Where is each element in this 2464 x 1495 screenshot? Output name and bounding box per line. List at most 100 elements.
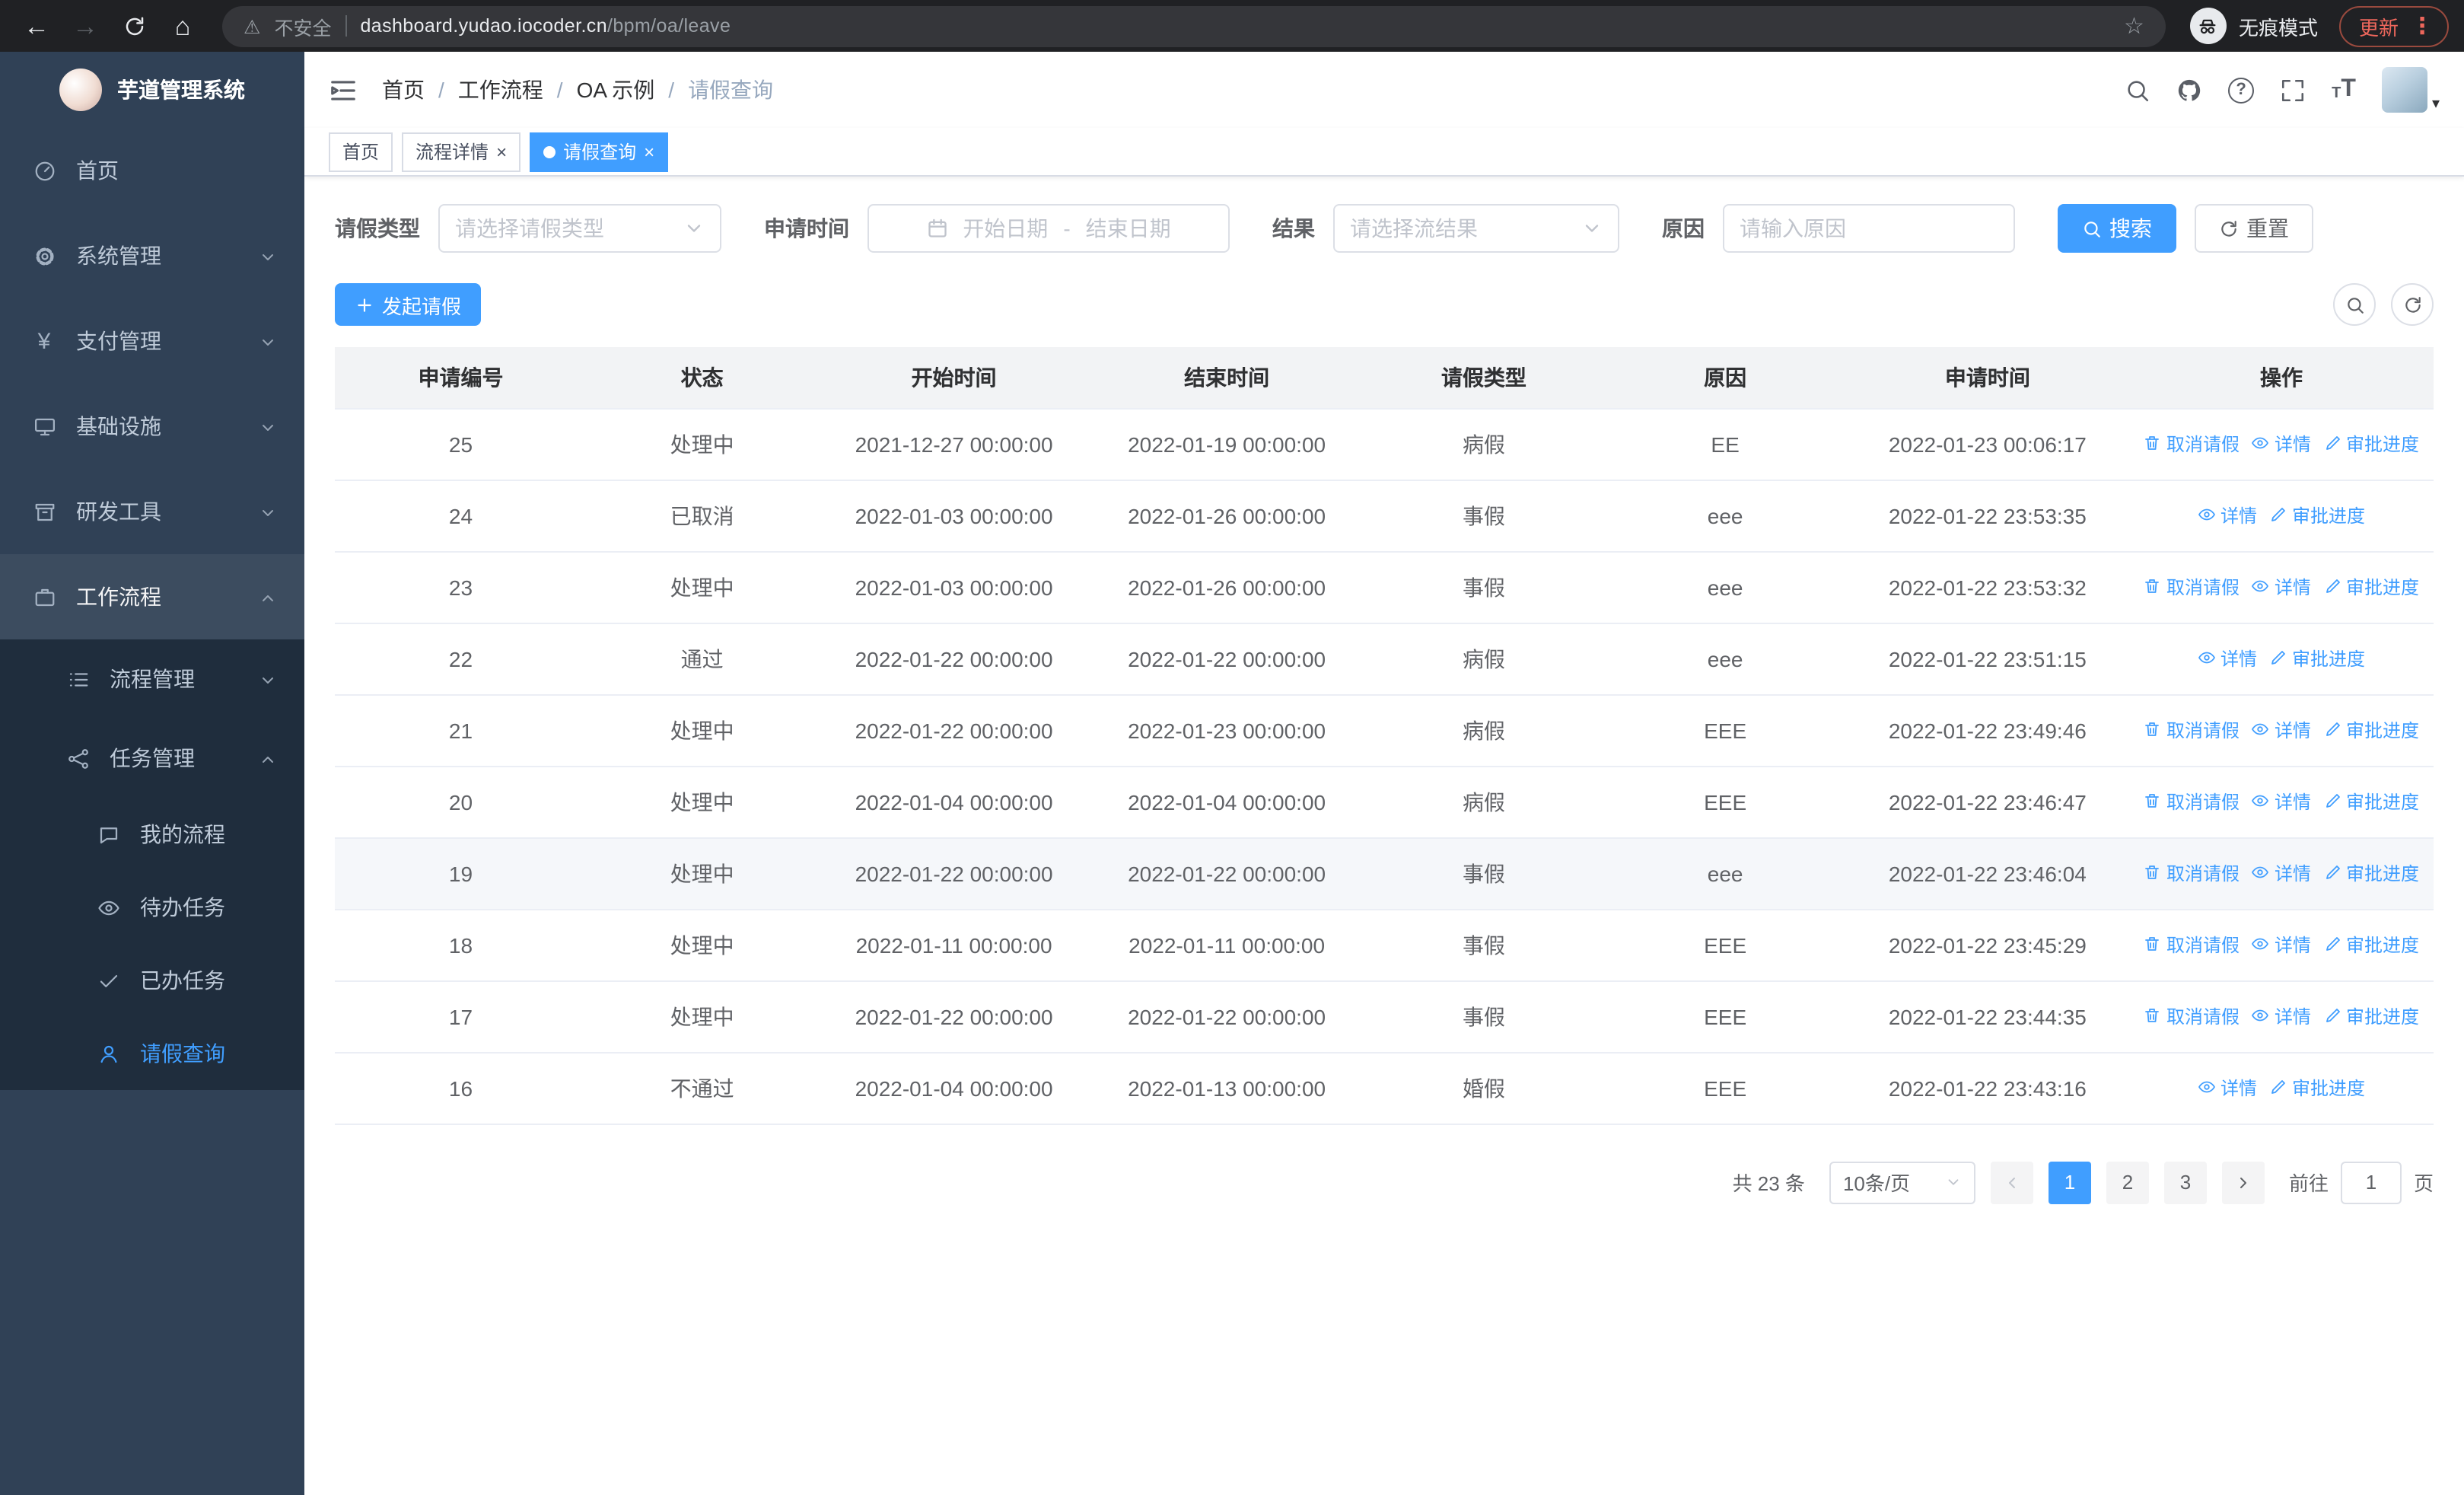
- cancel-leave-link[interactable]: 取消请假: [2144, 574, 2240, 600]
- goto-page-input[interactable]: [2340, 1161, 2402, 1203]
- sidebar-item-infrastructure[interactable]: 基础设施: [0, 384, 304, 469]
- table-row[interactable]: 22 通过 2022-01-22 00:00:00 2022-01-22 00:…: [335, 623, 2434, 695]
- cell-leave-type: 事假: [1363, 837, 1605, 910]
- approval-progress-link[interactable]: 审批进度: [2323, 431, 2419, 457]
- approval-progress-link[interactable]: 审批进度: [2323, 1003, 2419, 1029]
- approval-progress-link[interactable]: 审批进度: [2323, 717, 2419, 743]
- sidebar-item-task-mgmt[interactable]: 任务管理: [0, 719, 304, 798]
- refresh-table-button[interactable]: [2391, 283, 2434, 326]
- user-menu[interactable]: ▾: [2381, 67, 2440, 113]
- create-leave-button[interactable]: 发起请假: [335, 283, 482, 326]
- close-tab-icon[interactable]: ×: [496, 142, 507, 161]
- tab-home[interactable]: 首页: [329, 132, 393, 171]
- kebab-menu-icon[interactable]: ⋮: [2411, 12, 2434, 40]
- approval-progress-link[interactable]: 审批进度: [2269, 1075, 2365, 1101]
- breadcrumb-item[interactable]: OA 示例: [577, 75, 655, 105]
- help-icon[interactable]: ?: [2228, 77, 2255, 103]
- approval-progress-link[interactable]: 审批进度: [2323, 860, 2419, 886]
- sidebar-toggle-button[interactable]: [329, 75, 358, 104]
- page-size-select[interactable]: 10条/页: [1829, 1161, 1975, 1203]
- approval-progress-label: 审批进度: [2292, 1077, 2366, 1099]
- prev-page-button[interactable]: [1990, 1161, 2033, 1203]
- reason-input[interactable]: [1723, 204, 2015, 253]
- security-label[interactable]: 不安全: [274, 11, 331, 40]
- sidebar-item-process-mgmt[interactable]: 流程管理: [0, 639, 304, 719]
- table-row[interactable]: 19 处理中 2022-01-22 00:00:00 2022-01-22 00…: [335, 837, 2434, 910]
- reset-button[interactable]: 重置: [2195, 204, 2313, 253]
- cell-leave-type: 病假: [1363, 766, 1605, 838]
- cancel-leave-link[interactable]: 取消请假: [2144, 932, 2240, 958]
- font-size-icon[interactable]: TT: [2332, 77, 2356, 102]
- table-row[interactable]: 18 处理中 2022-01-11 00:00:00 2022-01-11 00…: [335, 909, 2434, 981]
- search-icon[interactable]: [2125, 77, 2150, 103]
- sidebar-item-home[interactable]: 首页: [0, 128, 304, 213]
- approval-progress-label: 审批进度: [2346, 862, 2420, 885]
- avatar[interactable]: [2381, 67, 2427, 113]
- sidebar-item-payment[interactable]: ¥ 支付管理: [0, 298, 304, 384]
- table-row[interactable]: 20 处理中 2022-01-04 00:00:00 2022-01-04 00…: [335, 766, 2434, 838]
- browser-home-button[interactable]: ⌂: [161, 5, 204, 47]
- approval-progress-link[interactable]: 审批进度: [2269, 502, 2365, 528]
- page-button-2[interactable]: 2: [2106, 1161, 2149, 1203]
- detail-link[interactable]: 详情: [2252, 717, 2311, 743]
- leave-type-select[interactable]: 请选择请假类型: [438, 204, 721, 253]
- table-row[interactable]: 24 已取消 2022-01-03 00:00:00 2022-01-26 00…: [335, 480, 2434, 552]
- approval-progress-link[interactable]: 审批进度: [2323, 789, 2419, 814]
- detail-link[interactable]: 详情: [2252, 860, 2311, 886]
- detail-link[interactable]: 详情: [2198, 645, 2257, 671]
- breadcrumb-item[interactable]: 首页: [382, 75, 425, 105]
- cancel-leave-link[interactable]: 取消请假: [2144, 431, 2240, 457]
- tab-label: 首页: [342, 142, 380, 163]
- detail-link[interactable]: 详情: [2252, 789, 2311, 814]
- calendar-icon: [926, 218, 947, 239]
- result-select[interactable]: 请选择流结果: [1333, 204, 1619, 253]
- github-icon[interactable]: [2176, 77, 2202, 103]
- bookmark-star-icon[interactable]: ☆: [2124, 12, 2144, 40]
- search-button[interactable]: 搜索: [2058, 204, 2176, 253]
- sidebar-item-workflow[interactable]: 工作流程: [0, 554, 304, 639]
- detail-link[interactable]: 详情: [2198, 502, 2257, 528]
- table-row[interactable]: 17 处理中 2022-01-22 00:00:00 2022-01-22 00…: [335, 980, 2434, 1053]
- cancel-leave-link[interactable]: 取消请假: [2144, 860, 2240, 886]
- apply-time-range-picker[interactable]: 开始日期 - 结束日期: [867, 204, 1230, 253]
- warning-icon: ⚠: [244, 16, 261, 37]
- next-page-button[interactable]: [2221, 1161, 2265, 1203]
- cancel-leave-link[interactable]: 取消请假: [2144, 717, 2240, 743]
- table-row[interactable]: 23 处理中 2022-01-03 00:00:00 2022-01-26 00…: [335, 551, 2434, 623]
- sidebar-item-done-tasks[interactable]: 已办任务: [0, 944, 304, 1017]
- detail-link[interactable]: 详情: [2252, 932, 2311, 958]
- fullscreen-icon[interactable]: [2280, 77, 2306, 103]
- tab-process-detail[interactable]: 流程详情 ×: [402, 132, 521, 171]
- tab-leave-query[interactable]: 请假查询 ×: [530, 132, 669, 171]
- close-tab-icon[interactable]: ×: [644, 142, 654, 161]
- detail-link[interactable]: 详情: [2252, 1003, 2311, 1029]
- detail-link[interactable]: 详情: [2252, 431, 2311, 457]
- table-row[interactable]: 25 处理中 2021-12-27 00:00:00 2022-01-19 00…: [335, 408, 2434, 480]
- browser-back-button[interactable]: ←: [15, 5, 58, 47]
- toggle-search-button[interactable]: [2333, 283, 2376, 326]
- sidebar-item-my-process[interactable]: 我的流程: [0, 798, 304, 871]
- sidebar-item-leave-query[interactable]: 请假查询: [0, 1017, 304, 1090]
- browser-forward-button[interactable]: →: [64, 5, 107, 47]
- page-button-3[interactable]: 3: [2163, 1161, 2207, 1203]
- cell-reason: EEE: [1604, 909, 1846, 981]
- approval-progress-link[interactable]: 审批进度: [2323, 932, 2419, 958]
- approval-progress-link[interactable]: 审批进度: [2269, 645, 2365, 671]
- approval-progress-link[interactable]: 审批进度: [2323, 574, 2419, 600]
- page-button-1[interactable]: 1: [2048, 1161, 2091, 1203]
- sidebar-item-system[interactable]: 系统管理: [0, 213, 304, 298]
- sidebar-item-devtools[interactable]: 研发工具: [0, 469, 304, 554]
- browser-refresh-button[interactable]: [113, 5, 155, 47]
- sidebar-item-todo-tasks[interactable]: 待办任务: [0, 871, 304, 944]
- browser-update-button[interactable]: 更新 ⋮: [2338, 5, 2449, 46]
- cancel-leave-link[interactable]: 取消请假: [2144, 1003, 2240, 1029]
- table-row[interactable]: 21 处理中 2022-01-22 00:00:00 2022-01-23 00…: [335, 694, 2434, 767]
- detail-link[interactable]: 详情: [2252, 574, 2311, 600]
- logo[interactable]: 芋道管理系统: [0, 52, 304, 128]
- address-bar[interactable]: ⚠ 不安全 dashboard.yudao.iocoder.cn/bpm/oa/…: [222, 5, 2166, 46]
- table-row[interactable]: 16 不通过 2022-01-04 00:00:00 2022-01-13 00…: [335, 1052, 2434, 1124]
- cancel-leave-link[interactable]: 取消请假: [2144, 789, 2240, 814]
- col-reason: 原因: [1604, 347, 1846, 409]
- detail-link[interactable]: 详情: [2198, 1075, 2257, 1101]
- breadcrumb-item[interactable]: 工作流程: [458, 75, 543, 105]
